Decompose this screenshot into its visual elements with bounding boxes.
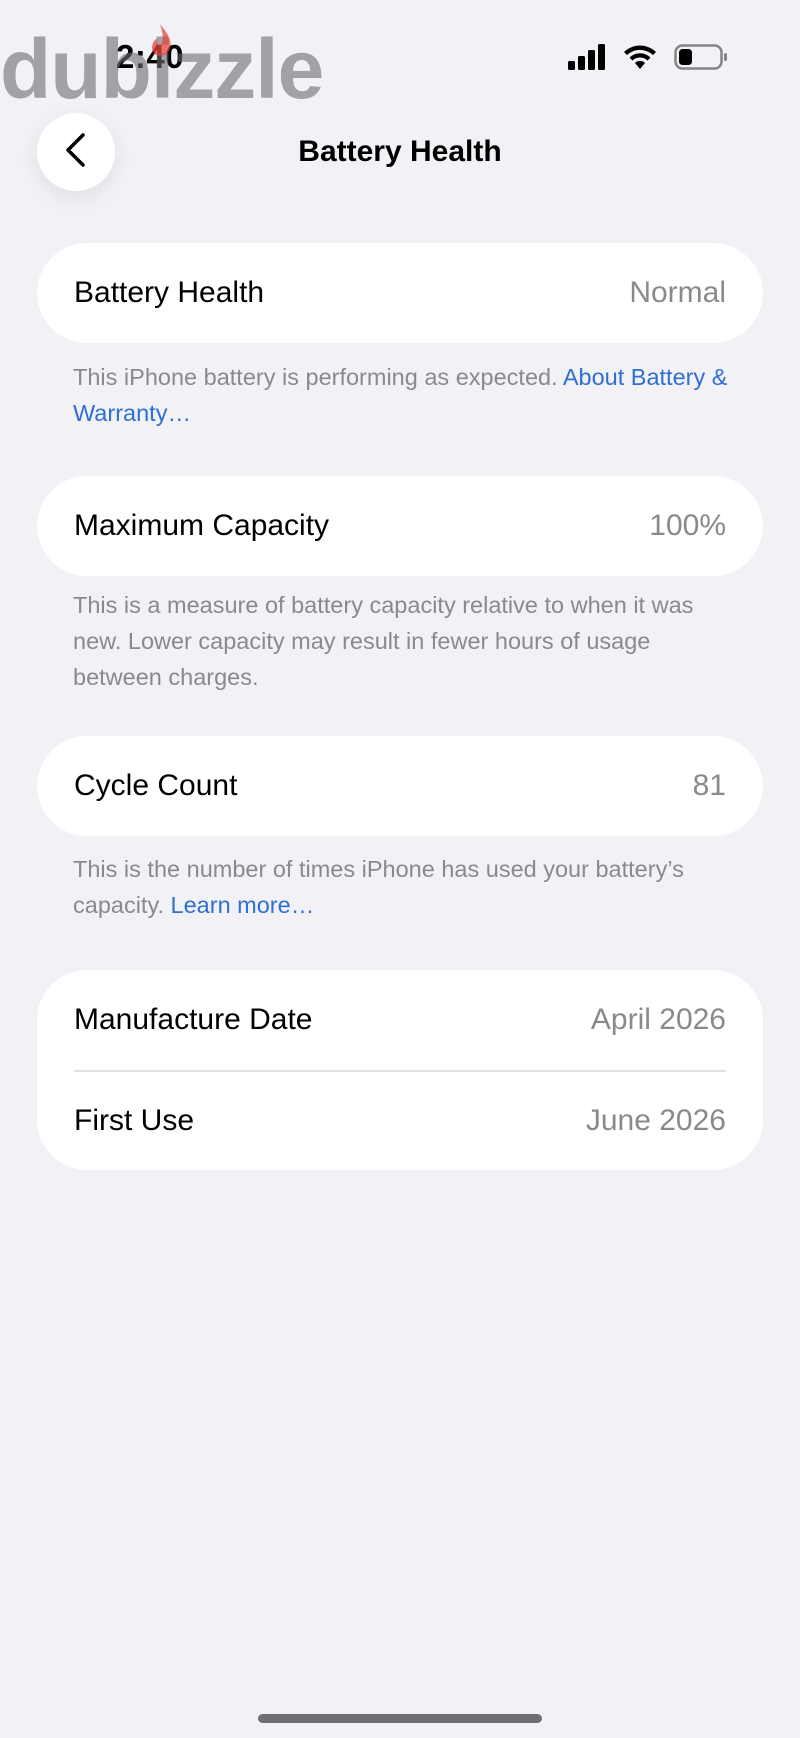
first-use-label: First Use [74, 1104, 194, 1137]
status-bar: 2:40 [0, 0, 800, 110]
first-use-row: First Use June 2026 [37, 1072, 763, 1170]
cellular-signal-icon [568, 44, 606, 75]
battery-health-value: Normal [629, 276, 726, 309]
status-icons [568, 44, 728, 75]
wifi-icon [622, 44, 658, 75]
manufacture-date-label: Manufacture Date [74, 1003, 313, 1036]
battery-health-card: Battery Health Normal [37, 243, 763, 343]
home-indicator[interactable] [258, 1714, 542, 1723]
maximum-capacity-value: 100% [649, 509, 726, 542]
maximum-capacity-card: Maximum Capacity 100% [37, 476, 763, 576]
battery-health-row: Battery Health Normal [37, 243, 763, 343]
maximum-capacity-footnote: This is a measure of battery capacity re… [73, 587, 733, 695]
cycle-count-card: Cycle Count 81 [37, 736, 763, 836]
battery-health-label: Battery Health [74, 276, 265, 309]
battery-health-footnote: This iPhone battery is performing as exp… [73, 359, 733, 431]
cycle-count-footnote: This is the number of times iPhone has u… [73, 851, 733, 923]
cycle-count-footnote-text: This is the number of times iPhone has u… [73, 856, 684, 918]
status-time: 2:40 [116, 38, 185, 75]
cycle-count-row: Cycle Count 81 [37, 736, 763, 836]
cycle-count-value: 81 [692, 769, 726, 802]
first-use-value: June 2026 [585, 1104, 726, 1137]
battery-health-footnote-text: This iPhone battery is performing as exp… [73, 364, 563, 390]
page-title: Battery Health [298, 135, 502, 168]
maximum-capacity-label: Maximum Capacity [74, 509, 330, 542]
navigation-bar: Battery Health [0, 110, 800, 200]
battery-icon [674, 44, 728, 75]
dates-card: Manufacture Date April 2026 First Use Ju… [37, 970, 763, 1170]
maximum-capacity-row: Maximum Capacity 100% [37, 476, 763, 576]
cycle-count-label: Cycle Count [74, 769, 238, 802]
maximum-capacity-footnote-text: This is a measure of battery capacity re… [73, 592, 694, 690]
learn-more-link[interactable]: Learn more… [171, 892, 315, 918]
manufacture-date-value: April 2026 [590, 1003, 726, 1036]
manufacture-date-row: Manufacture Date April 2026 [37, 970, 763, 1070]
